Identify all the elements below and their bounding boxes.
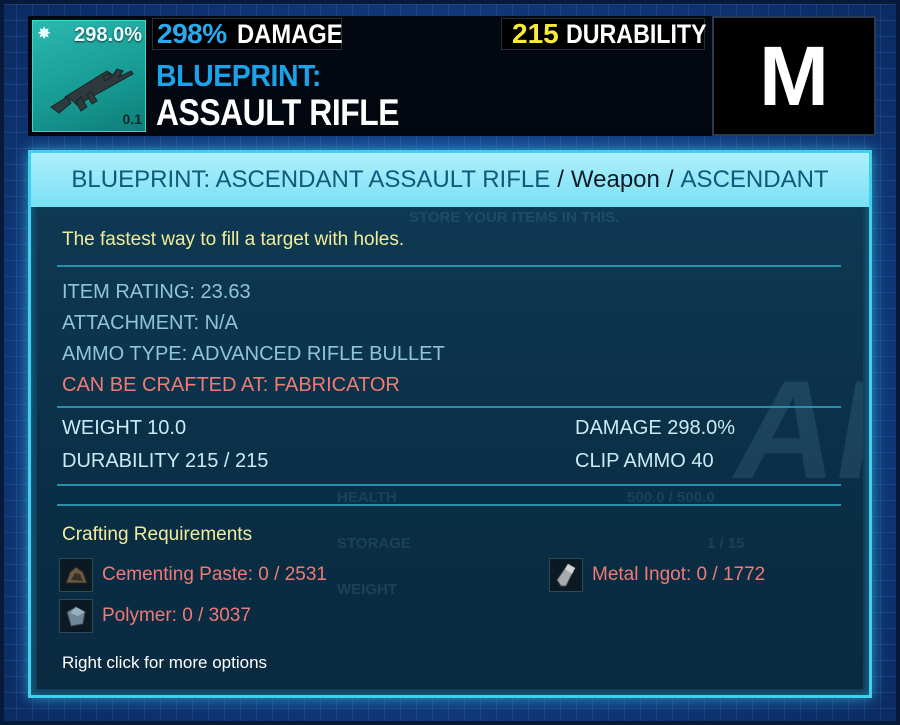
durability-value: 215 [512, 18, 559, 49]
metal-ingot-icon [549, 558, 583, 592]
ghost-store-text: STORE YOUR ITEMS IN THIS. [409, 209, 620, 226]
hotkey-badge: M [712, 16, 876, 136]
tooltip-item-tier: ASCENDANT [680, 166, 829, 193]
item-rating: ITEM RATING: 23.63 [62, 281, 251, 303]
damage-label: DAMAGE [236, 18, 343, 49]
ghost-logo: AR [723, 351, 863, 508]
ammo-type: AMMO TYPE: ADVANCED RIFLE BULLET [62, 343, 445, 365]
item-tooltip: BLUEPRINT: ASCENDANT ASSAULT RIFLE / Wea… [28, 150, 872, 698]
clip-ammo-stat: CLIP AMMO 40 [575, 450, 714, 472]
polymer-icon [59, 599, 93, 633]
damage-value: 298% [157, 18, 227, 49]
damage-stat: DAMAGE 298.0% [575, 417, 736, 439]
title-separator: / [666, 166, 674, 193]
ghost-storage-text: STORAGE [337, 535, 411, 552]
crafting-requirements-title: Crafting Requirements [62, 524, 253, 545]
durability-stat: DURABILITY 215 / 215 [62, 450, 269, 472]
item-thumbnail[interactable]: ✸ 298.0% 0.1 [32, 20, 146, 132]
crafted-at: CAN BE CRAFTED AT: FABRICATOR [62, 374, 400, 396]
durability-label: DURABILITY [565, 18, 707, 49]
divider [57, 504, 841, 506]
resource-label: Polymer: 0 / 3037 [102, 605, 251, 626]
damage-badge: 298% DAMAGE [152, 18, 342, 50]
item-description: The fastest way to fill a target with ho… [62, 229, 405, 250]
divider [57, 406, 841, 408]
resource-polymer: Polymer: 0 / 3037 [59, 599, 251, 633]
resource-label: Cementing Paste: 0 / 2531 [102, 564, 327, 585]
divider [57, 265, 841, 267]
resource-label: Metal Ingot: 0 / 1772 [592, 564, 766, 585]
title-separator: / [557, 166, 564, 193]
durability-badge: 215 DURABILITY [501, 18, 707, 50]
context-hint: Right click for more options [62, 653, 268, 672]
item-name: ASSAULT RIFLE [156, 92, 400, 133]
tooltip-body: STORE YOUR ITEMS IN THIS. HEALTH STORAGE… [37, 209, 863, 689]
hotkey-letter: M [759, 29, 829, 123]
divider [57, 484, 841, 486]
thumbnail-damage: 298.0% [74, 24, 142, 46]
thumbnail-weight: 0.1 [122, 111, 142, 127]
ghost-storage-value: 1 / 15 [707, 535, 745, 552]
tooltip-item-type: Weapon [570, 166, 660, 193]
tooltip-title-bar: BLUEPRINT: ASCENDANT ASSAULT RIFLE / Wea… [31, 153, 869, 207]
weight-stat: WEIGHT 10.0 [62, 417, 187, 439]
cementing-paste-icon [59, 558, 93, 592]
star-burst-icon: ✸ [37, 24, 52, 43]
blueprint-label: BLUEPRINT: [156, 58, 321, 93]
ghost-weight-text: WEIGHT [337, 581, 397, 598]
tooltip-item-name: BLUEPRINT: ASCENDANT ASSAULT RIFLE [71, 166, 551, 193]
resource-cementing-paste: Cementing Paste: 0 / 2531 [59, 558, 327, 592]
resource-metal-ingot: Metal Ingot: 0 / 1772 [549, 558, 765, 592]
attachment: ATTACHMENT: N/A [62, 312, 238, 334]
